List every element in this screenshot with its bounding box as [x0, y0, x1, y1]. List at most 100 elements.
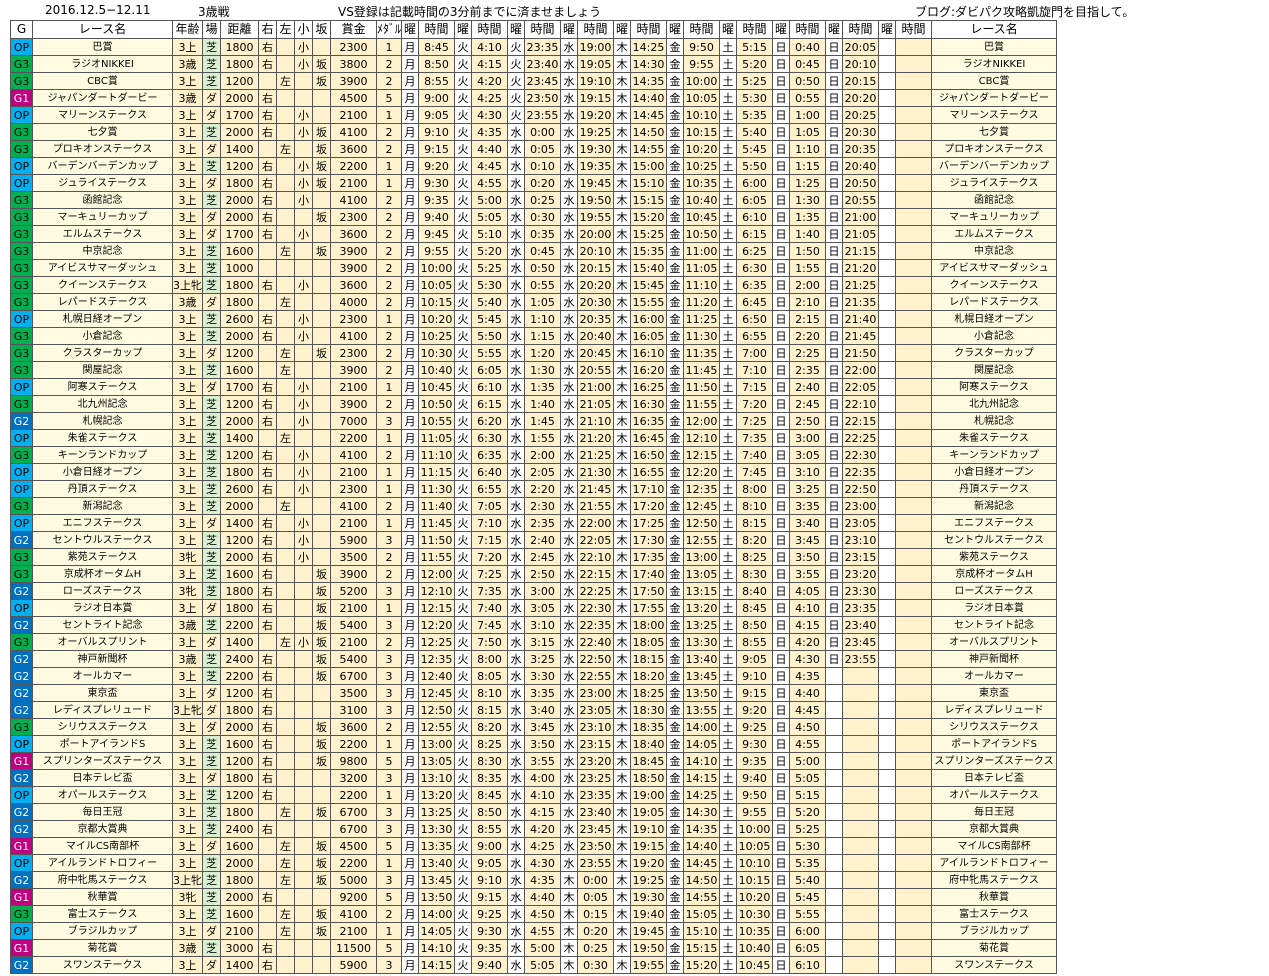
- cell-grade: OP: [10, 463, 33, 481]
- cell-left: 左: [276, 905, 295, 923]
- cell-surface: 芝: [202, 786, 221, 804]
- cell-weekday: 月: [401, 803, 420, 821]
- cell-slope: [312, 956, 331, 974]
- cell-weekday: [825, 939, 844, 957]
- cell-weekday: 土: [719, 412, 738, 430]
- cell-time: 8:20: [471, 718, 509, 736]
- cell-left: 左: [276, 803, 295, 821]
- cell-time: 23:50: [577, 837, 615, 855]
- cell-prize: 2200: [330, 854, 377, 872]
- cell-time: 4:40: [524, 888, 562, 906]
- cell-time: 20:35: [577, 310, 615, 328]
- cell-weekday: 火: [454, 412, 473, 430]
- cell-time: 9:30: [736, 735, 774, 753]
- cell-time: 14:25: [630, 38, 668, 56]
- cell-time: 5:20: [789, 803, 827, 821]
- cell-weekday: 火: [454, 565, 473, 583]
- cell-time: 15:35: [630, 242, 668, 260]
- cell-time: 8:10: [471, 684, 509, 702]
- cell-weekday: 月: [401, 548, 420, 566]
- cell-age: 3歳: [172, 939, 203, 957]
- cell-race-name-right: スワンステークス: [931, 956, 1058, 974]
- cell-right: 右: [258, 820, 277, 838]
- cell-weekday: 水: [507, 599, 526, 617]
- table-row: G2 府中牝馬ステークス 3上牝芝 1800 左坂 5000 3 月 13:45 火 9:10 水 4:…: [10, 871, 1058, 889]
- cell-time: 23:10: [577, 718, 615, 736]
- cell-time: 19:55: [630, 956, 668, 974]
- cell-time: 11:40: [418, 497, 456, 515]
- cell-grade: G3: [10, 123, 33, 141]
- cell-weekday: 金: [666, 837, 685, 855]
- cell-race-name-right: ラジオNIKKEI: [931, 55, 1058, 73]
- cell-time: [895, 344, 933, 362]
- cell-left: [276, 259, 295, 277]
- header-time: 時間: [842, 20, 880, 39]
- cell-age: 3上: [172, 225, 203, 243]
- cell-slope: 坂: [312, 905, 331, 923]
- cell-time: 10:00: [418, 259, 456, 277]
- header-time: 時間: [418, 20, 456, 39]
- cell-time: 14:05: [418, 922, 456, 940]
- cell-surface: 芝: [202, 429, 221, 447]
- cell-weekday: [878, 548, 897, 566]
- cell-grade: G3: [10, 361, 33, 379]
- cell-weekday: 日: [772, 361, 791, 379]
- cell-time: 9:05: [736, 650, 774, 668]
- cell-weekday: 土: [719, 820, 738, 838]
- cell-time: 9:35: [471, 939, 509, 957]
- cell-grade: G2: [10, 803, 33, 821]
- cell-time: 11:05: [418, 429, 456, 447]
- cell-time: 5:05: [471, 208, 509, 226]
- cell-right: 右: [258, 310, 277, 328]
- cell-right: [258, 293, 277, 311]
- cell-weekday: 木: [613, 939, 632, 957]
- cell-surface: 芝: [202, 480, 221, 498]
- cell-time: 6:20: [471, 412, 509, 430]
- cell-time: 7:35: [736, 429, 774, 447]
- cell-weekday: 土: [719, 89, 738, 107]
- cell-time: 20:15: [577, 259, 615, 277]
- cell-prize: 4500: [330, 837, 377, 855]
- cell-race-name-right: CBC賞: [931, 72, 1058, 90]
- cell-time: 23:35: [577, 786, 615, 804]
- cell-time: [895, 667, 933, 685]
- cell-weekday: 日: [825, 242, 844, 260]
- header-age: 年齢: [172, 20, 203, 39]
- cell-time: 19:20: [630, 854, 668, 872]
- cell-time: 7:10: [471, 514, 509, 532]
- cell-time: 2:10: [789, 293, 827, 311]
- cell-grade: OP: [10, 786, 33, 804]
- cell-time: 14:05: [683, 735, 721, 753]
- cell-grade: G2: [10, 701, 33, 719]
- cell-slope: 坂: [312, 157, 331, 175]
- cell-time: [895, 327, 933, 345]
- cell-time: [842, 922, 880, 940]
- cell-weekday: 金: [666, 752, 685, 770]
- cell-time: 3:00: [524, 582, 562, 600]
- cell-weekday: 日: [772, 446, 791, 464]
- cell-time: 10:15: [418, 293, 456, 311]
- cell-weekday: 火: [454, 633, 473, 651]
- cell-medal: 3: [375, 412, 403, 430]
- cell-prize: 4100: [330, 905, 377, 923]
- cell-weekday: 日: [825, 208, 844, 226]
- cell-age: 3歳: [172, 55, 203, 73]
- header-race-name: レース名: [32, 20, 173, 39]
- cell-time: 15:40: [630, 259, 668, 277]
- cell-time: 0:20: [577, 922, 615, 940]
- cell-weekday: 水: [560, 820, 579, 838]
- cell-time: 15:10: [683, 922, 721, 940]
- cell-small: [294, 667, 313, 685]
- cell-race-name-right: 札幌記念: [931, 412, 1058, 430]
- cell-race-name-right: 丹頂ステークス: [931, 480, 1058, 498]
- cell-right: 右: [258, 463, 277, 481]
- cell-time: 5:05: [789, 769, 827, 787]
- cell-weekday: 日: [772, 276, 791, 294]
- cell-weekday: 水: [507, 548, 526, 566]
- cell-weekday: [825, 888, 844, 906]
- cell-time: 5:35: [789, 854, 827, 872]
- cell-weekday: 水: [507, 718, 526, 736]
- cell-time: [895, 548, 933, 566]
- cell-race-name-right: エニフステークス: [931, 514, 1058, 532]
- cell-time: 0:05: [524, 140, 562, 158]
